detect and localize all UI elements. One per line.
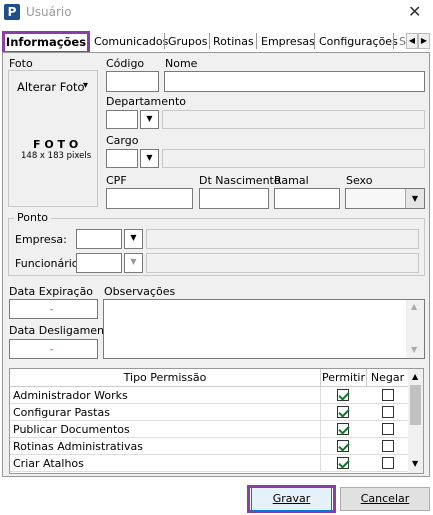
tab-divider [209,33,210,49]
codigo-label: Código [106,57,145,70]
foto-label: Foto [9,57,33,70]
tipo-cell: Criar Atalhos [10,455,321,472]
permitir-checkbox[interactable] [337,423,349,435]
alterar-foto-dropdown-icon[interactable]: ▾ [83,80,88,91]
negar-checkbox[interactable] [382,389,394,401]
nome-input[interactable] [164,71,425,92]
empresa-description [146,229,419,249]
observacoes-textarea[interactable] [103,299,425,359]
codigo-input[interactable] [106,71,159,92]
header-tipo-permissao[interactable]: Tipo Permissão [10,369,321,387]
table-row[interactable]: Rotinas Administrativas [10,438,410,455]
table-row[interactable]: Administrador Works [10,387,410,404]
grid-scroll-thumb[interactable] [410,385,421,425]
cargo-description [162,149,425,168]
table-row[interactable]: Configurar Pastas [10,404,410,421]
tab-grupos[interactable]: Grupos [168,33,207,51]
funcionario-dropdown-icon[interactable]: ▼ [124,253,143,273]
permitir-checkbox[interactable] [337,440,349,452]
window-title: Usuário [26,5,72,19]
app-logo-icon: P [4,4,20,20]
tab-divider [314,33,315,49]
scroll-down-icon[interactable]: ▼ [411,345,417,354]
negar-checkbox[interactable] [382,457,394,469]
tab-configuracoes[interactable]: Configurações [319,33,398,51]
cargo-dropdown-icon[interactable]: ▼ [140,149,159,168]
sexo-dropdown-icon[interactable]: ▼ [405,189,424,208]
permissoes-grid: Tipo Permissão Permitir Negar Administra… [9,368,424,474]
dt-nascimento-input[interactable] [199,188,269,209]
ramal-label: Ramal [274,174,309,187]
negar-checkbox[interactable] [382,423,394,435]
cancelar-button[interactable]: Cancelar [340,487,430,511]
cpf-label: CPF [106,174,127,187]
permitir-checkbox[interactable] [337,389,349,401]
table-row[interactable]: Publicar Documentos [10,421,410,438]
gravar-label: Gravar [272,492,311,505]
tab-scroll-right-icon[interactable]: ▶ [418,33,430,49]
negar-checkbox[interactable] [382,440,394,452]
tipo-cell: Administrador Works [10,387,321,404]
foto-placeholder-title: F O T O [33,138,79,151]
permitir-checkbox[interactable] [337,406,349,418]
tab-divider [393,33,394,49]
tab-divider [256,33,257,49]
empresa-dropdown-icon[interactable]: ▼ [124,229,143,249]
ramal-input[interactable] [274,188,340,209]
grid-scroll-up-icon[interactable]: ▲ [412,372,418,381]
tab-overflow[interactable]: S [399,33,406,51]
data-expiracao-mark: - [50,305,54,315]
tab-comunicados[interactable]: Comunicados [94,33,168,51]
data-desligamento-label: Data Desligamento [9,324,116,337]
tipo-cell: Configurar Pastas [10,404,321,421]
header-permitir[interactable]: Permitir [321,369,367,387]
tipo-cell: Publicar Documentos [10,421,321,438]
foto-size-hint: 148 x 183 pixels [21,151,92,161]
data-desligamento-mark: - [50,345,54,355]
funcionario-label: Funcionário: [15,257,83,270]
negar-checkbox[interactable] [382,406,394,418]
gravar-button[interactable]: Gravar [251,487,332,511]
departamento-dropdown-icon[interactable]: ▼ [140,110,159,129]
tab-informacoes[interactable]: Informações [2,31,90,54]
nome-label: Nome [165,57,198,70]
empresa-code-input[interactable] [76,229,122,249]
cpf-input[interactable] [106,188,193,209]
scroll-up-icon[interactable]: ▲ [411,302,417,311]
tab-rotinas[interactable]: Rotinas [213,33,254,51]
tab-divider [164,33,165,49]
empresa-label: Empresa: [15,233,67,246]
close-icon[interactable]: ✕ [408,2,421,21]
funcionario-description [146,253,419,273]
cancelar-label: Cancelar [360,492,410,505]
dt-nascimento-label: Dt Nascimento [199,174,281,187]
data-desligamento-input[interactable] [9,339,98,359]
tab-empresas[interactable]: Empresas [261,33,315,51]
data-expiracao-label: Data Expiração [9,285,94,298]
tab-scroll-left-icon[interactable]: ◀ [406,33,418,49]
sexo-label: Sexo [346,174,373,187]
observacoes-label: Observações [104,285,176,298]
tipo-cell: Rotinas Administrativas [10,438,321,455]
data-expiracao-input[interactable] [9,299,98,319]
table-row[interactable]: Criar Atalhos [10,455,410,472]
grid-scroll-down-icon[interactable]: ▼ [412,459,418,468]
departamento-label: Departamento [106,95,187,108]
cargo-code-input[interactable] [106,149,138,168]
cargo-label: Cargo [106,134,139,147]
ponto-title: Ponto [14,211,51,224]
funcionario-code-input[interactable] [76,253,122,273]
departamento-code-input[interactable] [106,110,138,129]
header-negar[interactable]: Negar [367,369,408,387]
permitir-checkbox[interactable] [337,457,349,469]
alterar-foto-button[interactable]: Alterar Foto [17,80,85,94]
departamento-description [162,110,425,129]
